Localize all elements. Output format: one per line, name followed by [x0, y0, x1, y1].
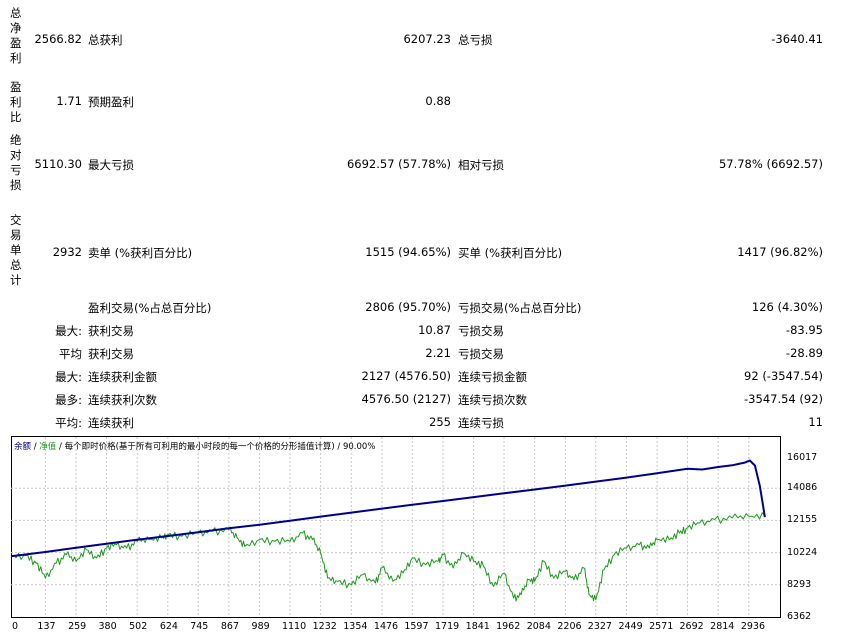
x-tick-label: 1232 — [312, 621, 337, 632]
expected-payoff-value: 0.88 — [425, 94, 451, 108]
x-tick-label: 745 — [190, 621, 209, 632]
x-tick-label: 2936 — [740, 621, 766, 632]
maximal-drawdown-value: 6692.57 (57.78%) — [346, 157, 451, 171]
x-tick-label: 1962 — [496, 621, 521, 632]
x-tick-label: 2449 — [618, 621, 643, 632]
y-tick-label: 10224 — [787, 546, 818, 558]
total-trades-value: 2932 — [52, 245, 82, 259]
x-tick-label: 1476 — [373, 621, 399, 632]
y-tick-label: 6362 — [787, 611, 812, 622]
maximal-drawdown-label: 最大亏损 — [88, 158, 134, 172]
short-positions-label: 卖单 (%获利百分比) — [88, 246, 193, 260]
legend-balance: 余额 — [14, 442, 32, 452]
long-positions-label: 买单 (%获利百分比) — [458, 246, 563, 260]
chart-canvas — [11, 436, 781, 618]
stat-value: 126 (4.30%) — [751, 300, 823, 314]
x-tick-label: 2084 — [526, 621, 551, 632]
profit-factor-label: 盈利比 — [10, 80, 22, 124]
x-tick-label: 624 — [159, 621, 178, 632]
legend-equity: 净值 — [39, 442, 57, 452]
x-tick-label: 1354 — [343, 621, 368, 632]
absolute-drawdown-label: 绝对亏损 — [10, 133, 22, 192]
stat-value: 2806 (95.70%) — [365, 300, 451, 314]
stat-label: 获利交易 — [88, 347, 134, 361]
x-tick-label: 502 — [129, 621, 148, 632]
x-tick-label: 380 — [98, 621, 117, 632]
stat-value: 2.21 — [425, 346, 451, 360]
stat-label: 连续亏损金额 — [458, 370, 527, 384]
long-positions-value: 1417 (96.82%) — [737, 245, 823, 259]
stat-prefix: 最大: — [55, 370, 82, 384]
stat-label: 连续亏损 — [458, 416, 504, 430]
gross-loss-label: 总亏损 — [458, 33, 493, 47]
relative-drawdown-label: 相对亏损 — [458, 158, 504, 172]
x-tick-label: 1719 — [434, 621, 460, 632]
chart-frame — [11, 436, 781, 618]
stat-label: 亏损交易 — [458, 347, 504, 361]
stat-value: -28.89 — [785, 346, 823, 360]
stat-label: 连续亏损次数 — [458, 393, 527, 407]
net-profit-label: 总净盈利 — [10, 6, 22, 65]
profit-factor-value: 1.71 — [56, 94, 82, 108]
x-tick-label: 2692 — [679, 621, 704, 632]
x-tick-label: 1841 — [465, 621, 490, 632]
stat-prefix: 最多: — [55, 393, 82, 407]
stat-label: 盈利交易(%占总百分比) — [88, 301, 212, 315]
x-tick-label: 0 — [12, 621, 19, 632]
relative-drawdown-value: 57.78% (6692.57) — [718, 157, 823, 171]
stat-label: 连续获利 — [88, 416, 134, 430]
expected-payoff-label: 预期盈利 — [88, 95, 134, 109]
y-tick-label: 12155 — [787, 514, 818, 526]
y-tick-label: 16017 — [787, 452, 818, 463]
gross-profit-value: 6207.23 — [403, 32, 451, 46]
y-tick-label: 14086 — [787, 482, 818, 494]
equity-line — [11, 512, 766, 602]
balance-equity-chart: 余额 / 净值 / 每个即时价格(基于所有可利用的最小时段的每一个价格的分形插值… — [11, 436, 841, 635]
legend-description: / 每个即时价格(基于所有可利用的最小时段的每一个价格的分形插值计算) / 90… — [56, 442, 376, 452]
gross-loss-value: -3640.41 — [771, 32, 823, 46]
x-tick-label: 1110 — [281, 621, 307, 632]
x-tick-label: 989 — [251, 621, 270, 632]
gross-profit-label: 总获利 — [88, 33, 123, 47]
stat-value: 92 (-3547.54) — [744, 369, 823, 383]
x-tick-label: 2327 — [587, 621, 612, 632]
balance-line — [11, 459, 766, 558]
stat-label: 亏损交易(%占总百分比) — [458, 301, 582, 315]
stat-value: 4576.50 (2127) — [361, 392, 451, 406]
stat-value: 11 — [808, 415, 823, 429]
chart-legend: 余额 / 净值 / 每个即时价格(基于所有可利用的最小时段的每一个价格的分形插值… — [14, 440, 375, 452]
x-tick-label: 2571 — [649, 621, 674, 632]
stat-prefix: 平均: — [55, 416, 82, 430]
stat-value: 2127 (4576.50) — [361, 369, 451, 383]
total-trades-label: 交易单总计 — [10, 213, 22, 287]
stat-label: 连续获利次数 — [88, 393, 157, 407]
y-tick-label: 8293 — [787, 578, 812, 590]
absolute-drawdown-value: 5110.30 — [34, 157, 82, 171]
x-tick-label: 2206 — [557, 621, 582, 632]
x-tick-label: 2814 — [710, 621, 735, 632]
net-profit-value: 2566.82 — [34, 32, 82, 46]
x-tick-label: 1597 — [404, 621, 429, 632]
stat-value: -83.95 — [785, 323, 823, 337]
x-tick-label: 867 — [220, 621, 240, 632]
x-tick-label: 259 — [68, 621, 87, 632]
stat-value: -3547.54 (92) — [744, 392, 823, 406]
stat-value: 255 — [429, 415, 451, 429]
stat-value: 10.87 — [418, 323, 451, 337]
stat-prefix: 最大: — [55, 324, 82, 338]
stat-label: 亏损交易 — [458, 324, 504, 338]
x-tick-label: 137 — [37, 621, 56, 632]
stat-label: 获利交易 — [88, 324, 134, 338]
stat-label: 连续获利金额 — [88, 370, 157, 384]
short-positions-value: 1515 (94.65%) — [365, 245, 451, 259]
stat-prefix: 平均 — [59, 347, 82, 361]
